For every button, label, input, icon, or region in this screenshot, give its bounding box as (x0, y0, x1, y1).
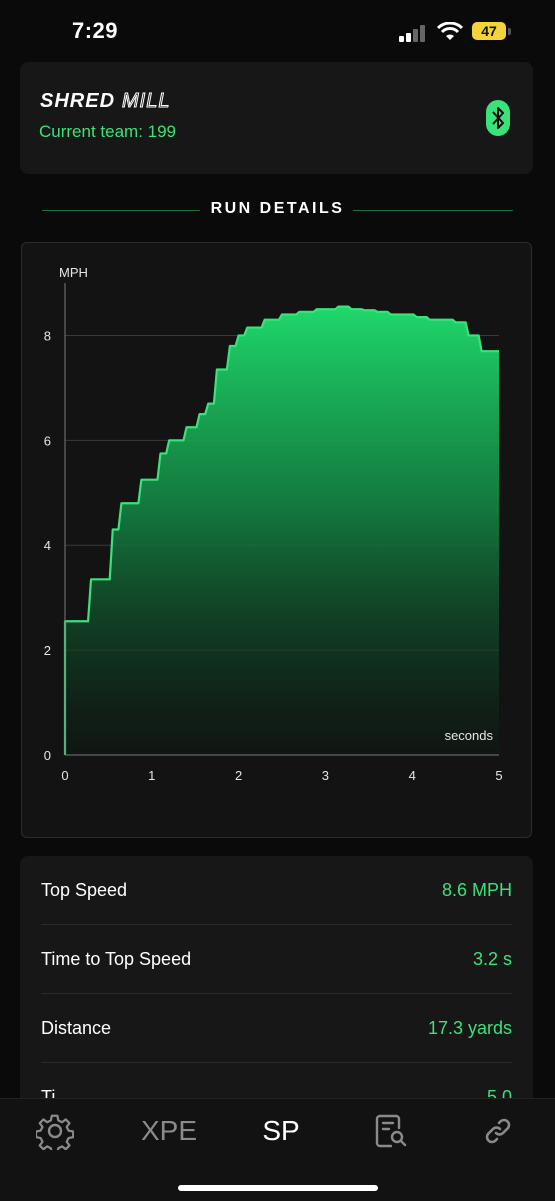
tab-settings[interactable] (34, 1111, 76, 1151)
home-indicator (178, 1185, 378, 1191)
stat-value: 17.3 yards (427, 1018, 512, 1038)
battery-tip (508, 28, 511, 35)
x-axis-title: seconds (445, 728, 494, 743)
status-bar: 7:29 47 (0, 0, 555, 66)
shredmill-logo: SHRED MILL (40, 90, 210, 112)
gear-icon (36, 1114, 74, 1150)
header-card: SHRED MILL Current team: 199 (20, 62, 533, 174)
speed-area (65, 306, 499, 755)
bluetooth-icon[interactable] (486, 100, 510, 136)
section-title: RUN DETAILS (210, 200, 345, 217)
document-search-icon (375, 1114, 407, 1148)
divider-right (353, 210, 513, 211)
stat-value: 8.6 MPH (441, 880, 512, 900)
run-stats-card: Top Speed 8.6 MPH Time to Top Speed 3.2 … (20, 856, 533, 1116)
link-icon (485, 1118, 511, 1144)
tab-xpe-label: XPE (140, 1115, 198, 1146)
tab-sp[interactable]: SP (252, 1111, 310, 1151)
x-tick-label: 0 (61, 768, 68, 783)
x-tick-label: 2 (235, 768, 242, 783)
stat-label: Distance (41, 1018, 112, 1038)
tab-xpe[interactable]: XPE (136, 1111, 202, 1151)
stat-row-top-speed: Top Speed 8.6 MPH (20, 856, 533, 925)
y-tick-label: 0 (44, 748, 51, 763)
x-tick-label: 1 (148, 768, 155, 783)
cellular-signal-icon (399, 24, 429, 42)
stat-value: 3.2 s (472, 949, 512, 969)
y-tick-label: 4 (44, 538, 51, 553)
status-time: 7:29 (72, 18, 119, 43)
x-tick-label: 5 (495, 768, 502, 783)
stat-label: Top Speed (41, 880, 128, 900)
speed-chart-svg: 0 2 4 6 8 0 1 2 3 4 5 MPH seconds (44, 265, 503, 783)
stat-row-distance: Distance 17.3 yards (20, 994, 533, 1063)
y-axis-title: MPH (59, 265, 88, 280)
section-header: RUN DETAILS (0, 198, 555, 222)
stat-row-time-to-top-speed: Time to Top Speed 3.2 s (20, 925, 533, 994)
x-tick-label: 4 (409, 768, 416, 783)
y-tick-label: 8 (44, 328, 51, 343)
y-tick-label: 6 (44, 433, 51, 448)
stat-label: Time to Top Speed (41, 949, 192, 969)
x-tick-label: 3 (322, 768, 329, 783)
battery-indicator: 47 (472, 22, 506, 40)
tab-report[interactable] (370, 1111, 410, 1151)
tab-link[interactable] (480, 1111, 516, 1151)
wifi-icon (437, 22, 463, 40)
svg-text:MILL: MILL (122, 90, 170, 112)
svg-text:SHRED: SHRED (40, 90, 115, 112)
y-tick-label: 2 (44, 643, 51, 658)
tab-sp-label: SP (262, 1115, 300, 1146)
current-team-label: Current team: 199 (39, 122, 177, 141)
speed-chart: 0 2 4 6 8 0 1 2 3 4 5 MPH seconds (21, 242, 532, 838)
